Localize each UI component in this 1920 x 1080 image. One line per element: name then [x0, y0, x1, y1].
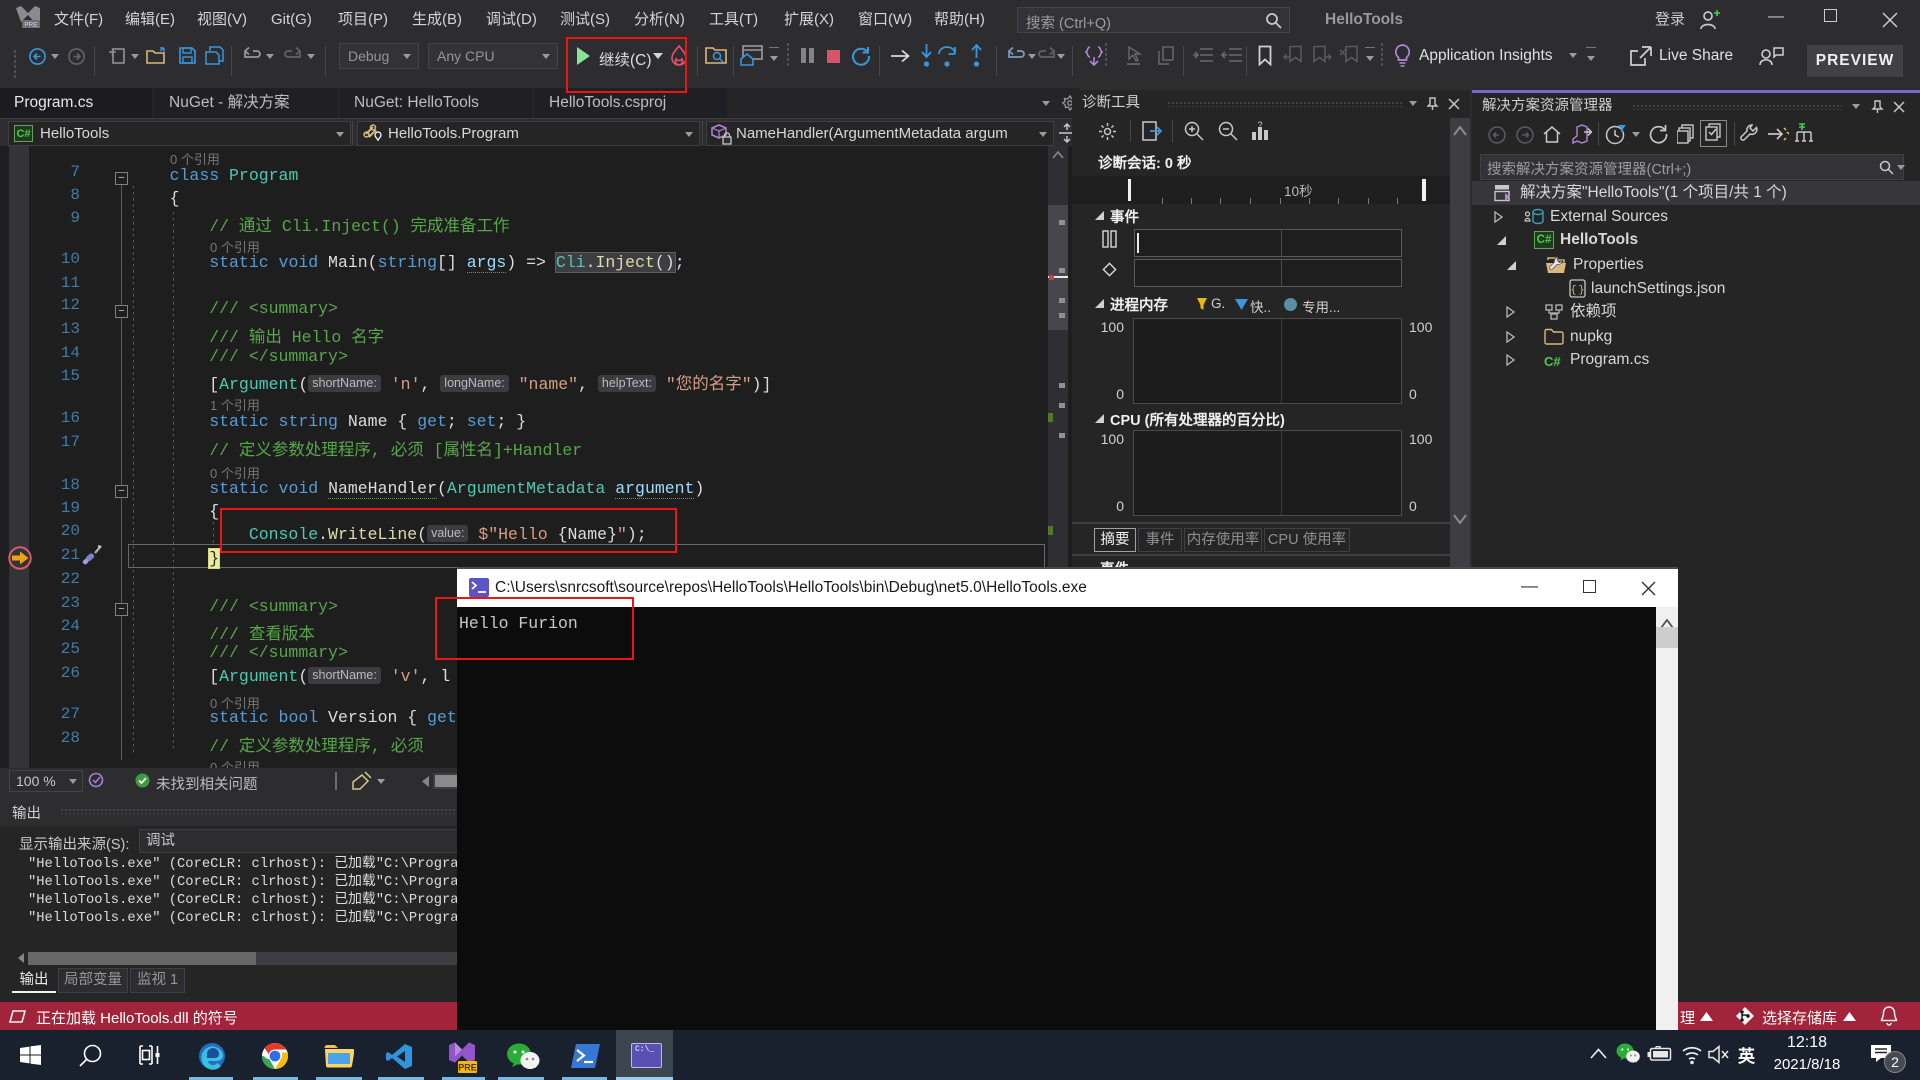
- svg-text:{ }: { }: [1570, 285, 1584, 297]
- svg-text:?: ?: [1257, 120, 1262, 130]
- svg-text:PRE: PRE: [458, 1063, 477, 1073]
